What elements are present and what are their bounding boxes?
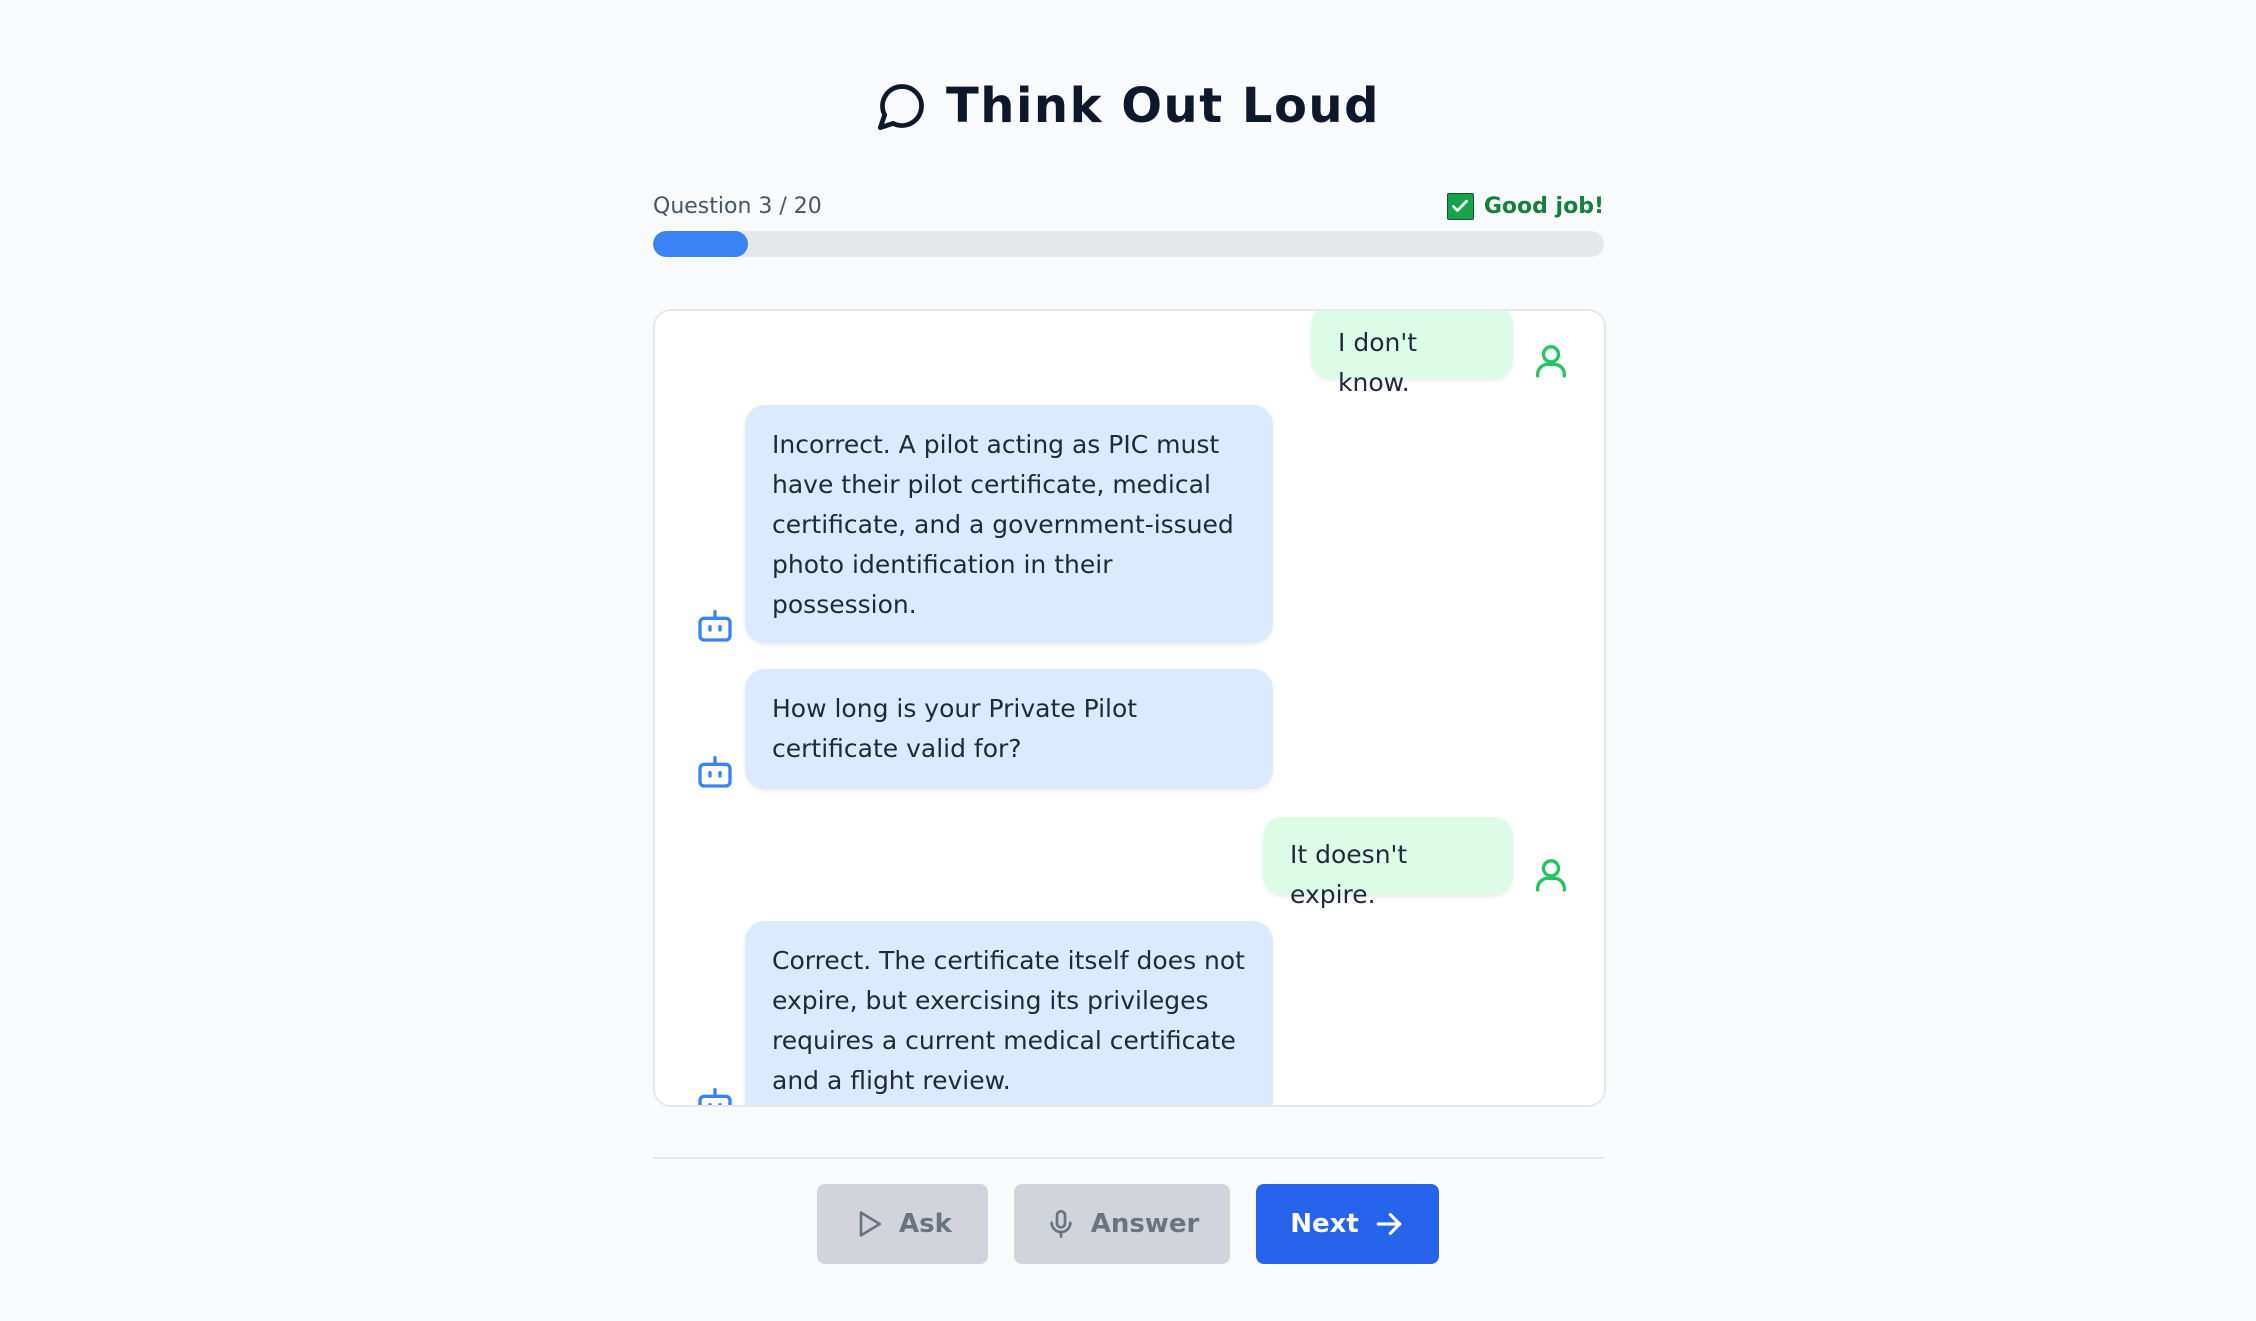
status-text: Good job! xyxy=(1483,193,1604,219)
play-icon xyxy=(859,1211,882,1237)
next-button-label: Next xyxy=(1290,1209,1359,1239)
status-feedback: Good job! xyxy=(1446,192,1604,220)
bot-message-bubble: Incorrect. A pilot acting as PIC must ha… xyxy=(745,405,1273,643)
progress-bar xyxy=(653,231,1604,257)
next-button[interactable]: Next xyxy=(1256,1184,1439,1264)
answer-button-label: Answer xyxy=(1090,1209,1200,1239)
bot-message-bubble: Correct. The certificate itself does not… xyxy=(745,921,1273,1105)
robot-icon xyxy=(698,756,732,788)
bot-message-bubble: How long is your Private Pilot certifica… xyxy=(745,669,1273,789)
progress-section: Question 3 / 20 Good job! xyxy=(653,188,1604,257)
user-message-bubble: It doesn't expire. xyxy=(1263,817,1513,909)
ask-button[interactable]: Ask xyxy=(817,1184,988,1264)
ask-button-label: Ask xyxy=(899,1209,952,1239)
user-icon xyxy=(1536,859,1566,892)
user-message-bubble: I don't know. xyxy=(1311,311,1513,397)
microphone-icon xyxy=(1050,1210,1072,1238)
divider xyxy=(653,1157,1604,1159)
user-icon xyxy=(1536,345,1566,378)
arrow-right-icon xyxy=(1376,1213,1402,1235)
question-counter: Question 3 / 20 xyxy=(653,193,822,219)
chat-log[interactable]: I don't know. Incorrect. A pilot acting … xyxy=(653,309,1606,1107)
robot-icon xyxy=(698,1088,732,1105)
page-title: Think Out Loud xyxy=(946,78,1380,134)
answer-button[interactable]: Answer xyxy=(1014,1184,1230,1264)
robot-icon xyxy=(698,610,732,642)
checkbox-checked-icon xyxy=(1446,192,1474,220)
control-bar: Ask Answer Next xyxy=(0,1184,2256,1264)
app-header: Think Out Loud xyxy=(0,78,2256,134)
progress-bar-fill xyxy=(653,231,749,257)
chat-bubble-icon xyxy=(877,84,924,131)
